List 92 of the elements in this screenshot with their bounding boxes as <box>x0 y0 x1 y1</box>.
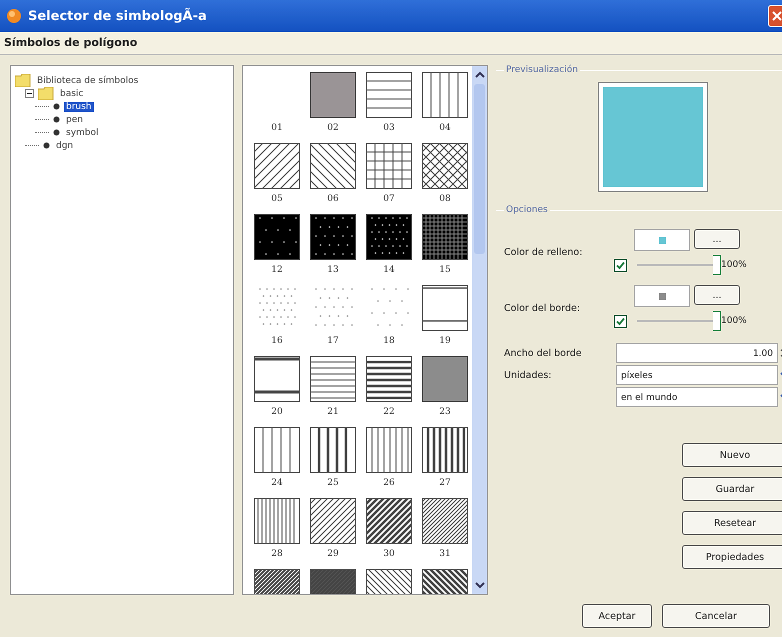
pattern-swatch <box>366 498 412 544</box>
pattern-swatch <box>422 143 468 189</box>
action-button[interactable]: Nuevo <box>682 443 782 467</box>
field-label: Color de relleno: <box>504 246 584 258</box>
pattern-tile[interactable]: 02 <box>307 72 359 140</box>
tree-item[interactable]: dgn <box>54 140 76 150</box>
node-dot-icon <box>53 103 60 110</box>
pattern-tile[interactable]: 14 <box>363 214 415 282</box>
scrollbar[interactable] <box>472 66 487 594</box>
pattern-swatch <box>366 356 412 402</box>
pattern-tile[interactable]: 19 <box>419 285 471 353</box>
pattern-tile[interactable]: 28 <box>251 498 303 566</box>
pattern-swatch <box>254 498 300 544</box>
pattern-tile[interactable]: 07 <box>363 143 415 211</box>
pattern-swatch <box>366 427 412 473</box>
pattern-swatch <box>422 427 468 473</box>
tree-item[interactable]: brush <box>64 102 94 112</box>
pattern-tile[interactable]: 03 <box>363 72 415 140</box>
pattern-tile[interactable]: 08 <box>419 143 471 211</box>
dialog-button[interactable]: Aceptar <box>582 604 652 628</box>
opacity-value: 100% <box>721 316 747 326</box>
pattern-swatch <box>310 498 356 544</box>
dialog-heading: Símbolos de polígono <box>0 32 782 55</box>
dialog-button[interactable]: Cancelar <box>662 604 770 628</box>
pattern-tile[interactable]: 15 <box>419 214 471 282</box>
pattern-tile[interactable]: 17 <box>307 285 359 353</box>
close-icon <box>772 11 782 21</box>
folder-icon <box>15 74 31 87</box>
tree-item[interactable]: pen <box>64 114 85 124</box>
pattern-swatch <box>422 498 468 544</box>
group-title: Opciones <box>505 205 549 215</box>
field-label: Ancho del borde <box>504 348 583 358</box>
checkbox[interactable] <box>614 258 627 272</box>
scroll-down-icon[interactable] <box>474 580 486 590</box>
choose-color-button[interactable]: ... <box>694 285 740 305</box>
pattern-tile[interactable]: 22 <box>363 356 415 424</box>
space-dropdown[interactable]: en el mundo <box>616 387 778 407</box>
node-dot-icon <box>53 116 60 123</box>
action-button[interactable]: Propiedades <box>682 545 782 569</box>
pattern-swatch <box>422 72 468 118</box>
pattern-swatch <box>366 72 412 118</box>
pattern-tile[interactable]: 04 <box>419 72 471 140</box>
app-icon <box>6 8 22 24</box>
opacity-slider[interactable] <box>637 255 719 275</box>
opacity-slider[interactable] <box>637 311 719 331</box>
pattern-tile[interactable]: 01 <box>251 72 303 140</box>
pattern-tile[interactable]: 29 <box>307 498 359 566</box>
field-label: Unidades: <box>504 370 552 380</box>
pattern-tile[interactable]: 23 <box>419 356 471 424</box>
action-button[interactable]: Resetear <box>682 511 782 535</box>
node-dot-icon <box>53 129 60 136</box>
field-label: Color del borde: <box>504 302 582 314</box>
pattern-tile[interactable]: 05 <box>251 143 303 211</box>
pattern-tile[interactable]: 27 <box>419 427 471 495</box>
tree-item[interactable]: symbol <box>64 128 101 138</box>
width-field[interactable]: 1.00 <box>616 343 778 363</box>
tree-item[interactable]: Biblioteca de símbolos <box>35 76 140 86</box>
group-title: Previsualización <box>505 65 579 75</box>
window-title: Selector de simbologÃ-a <box>28 8 208 24</box>
collapse-icon[interactable] <box>25 89 34 98</box>
pattern-swatch <box>254 356 300 402</box>
pattern-swatch <box>310 427 356 473</box>
checkbox[interactable] <box>614 314 627 328</box>
pattern-swatch <box>254 427 300 473</box>
node-dot-icon <box>43 142 50 149</box>
pattern-tile[interactable]: 25 <box>307 427 359 495</box>
pattern-tile[interactable]: 21 <box>307 356 359 424</box>
color-field[interactable] <box>634 229 690 251</box>
color-field[interactable] <box>634 285 690 307</box>
pattern-tile[interactable]: 20 <box>251 356 303 424</box>
pattern-tile[interactable]: 31 <box>419 498 471 566</box>
units-dropdown[interactable]: píxeles <box>616 365 778 385</box>
pattern-tile[interactable]: 06 <box>307 143 359 211</box>
pattern-swatch <box>310 356 356 402</box>
action-button[interactable]: Guardar <box>682 477 782 501</box>
tree-item[interactable]: basic <box>58 88 86 98</box>
close-button[interactable] <box>768 5 782 27</box>
pattern-tile[interactable]: 24 <box>251 427 303 495</box>
pattern-tile[interactable]: 16 <box>251 285 303 353</box>
pattern-tile[interactable]: 30 <box>363 498 415 566</box>
pattern-tile[interactable]: 12 <box>251 214 303 282</box>
pattern-tile[interactable]: 26 <box>363 427 415 495</box>
pattern-swatch <box>422 285 468 331</box>
scroll-up-icon[interactable] <box>474 70 486 80</box>
pattern-swatch <box>366 143 412 189</box>
pattern-tile[interactable]: 13 <box>307 214 359 282</box>
pattern-tile[interactable]: 18 <box>363 285 415 353</box>
folder-icon <box>38 87 54 100</box>
pattern-swatch <box>310 143 356 189</box>
opacity-value: 100% <box>721 260 747 270</box>
choose-color-button[interactable]: ... <box>694 229 740 249</box>
pattern-swatch <box>254 143 300 189</box>
